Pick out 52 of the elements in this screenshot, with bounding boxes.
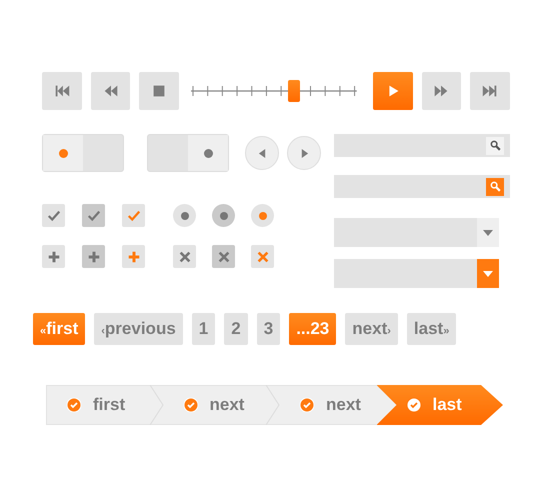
page-button[interactable]: 2 [224,313,248,345]
close-button[interactable] [251,245,274,268]
toggle-switch[interactable] [147,134,229,172]
step-separator [150,385,164,425]
caret-icon[interactable] [477,218,500,247]
toggle-switch[interactable] [42,134,124,172]
media-button[interactable] [372,72,413,110]
slider-thumb[interactable] [288,80,300,102]
page-button[interactable]: ...23 [289,313,336,345]
media-button[interactable] [470,72,510,110]
close-icon [178,250,192,264]
close-button[interactable] [212,245,235,268]
triangle-icon [258,148,266,158]
triangle-icon [300,148,308,158]
page-button[interactable]: next› [345,313,398,345]
seek-slider[interactable] [191,81,357,101]
previous-button[interactable] [245,136,279,170]
add-button[interactable] [82,245,105,268]
page-button[interactable]: 1 [192,313,216,345]
step-tab[interactable]: next [164,385,280,425]
plus-icon [86,250,100,264]
media-button[interactable] [42,72,82,110]
dropdown[interactable] [334,259,500,288]
checkbox[interactable] [42,204,65,227]
step-tab[interactable]: next [280,385,396,425]
close-button[interactable] [173,245,196,268]
page-button[interactable]: «first [33,313,86,345]
page-button[interactable]: last» [406,313,456,345]
radio-button[interactable] [212,204,235,227]
checkbox[interactable] [122,204,145,227]
radio-button[interactable] [251,204,274,227]
page-button[interactable]: ‹previous [94,313,183,345]
media-button[interactable] [139,72,180,110]
plus-icon [126,250,140,264]
checkbox[interactable] [82,204,105,227]
caret-icon[interactable] [477,259,500,288]
radio-button[interactable] [173,204,196,227]
add-button[interactable] [122,245,145,268]
step-tab[interactable]: last [376,385,503,425]
plus-icon [46,250,60,264]
step-separator [266,385,280,425]
next-button[interactable] [287,136,321,170]
search-field[interactable] [334,175,510,198]
close-icon [256,250,270,264]
search-field[interactable] [334,134,510,157]
media-button[interactable] [90,72,130,110]
search-icon[interactable] [486,136,504,154]
add-button[interactable] [42,245,65,268]
close-icon [216,250,230,264]
page-button[interactable]: 3 [256,313,280,345]
step-tab[interactable]: first [46,385,164,425]
media-button[interactable] [422,72,462,110]
